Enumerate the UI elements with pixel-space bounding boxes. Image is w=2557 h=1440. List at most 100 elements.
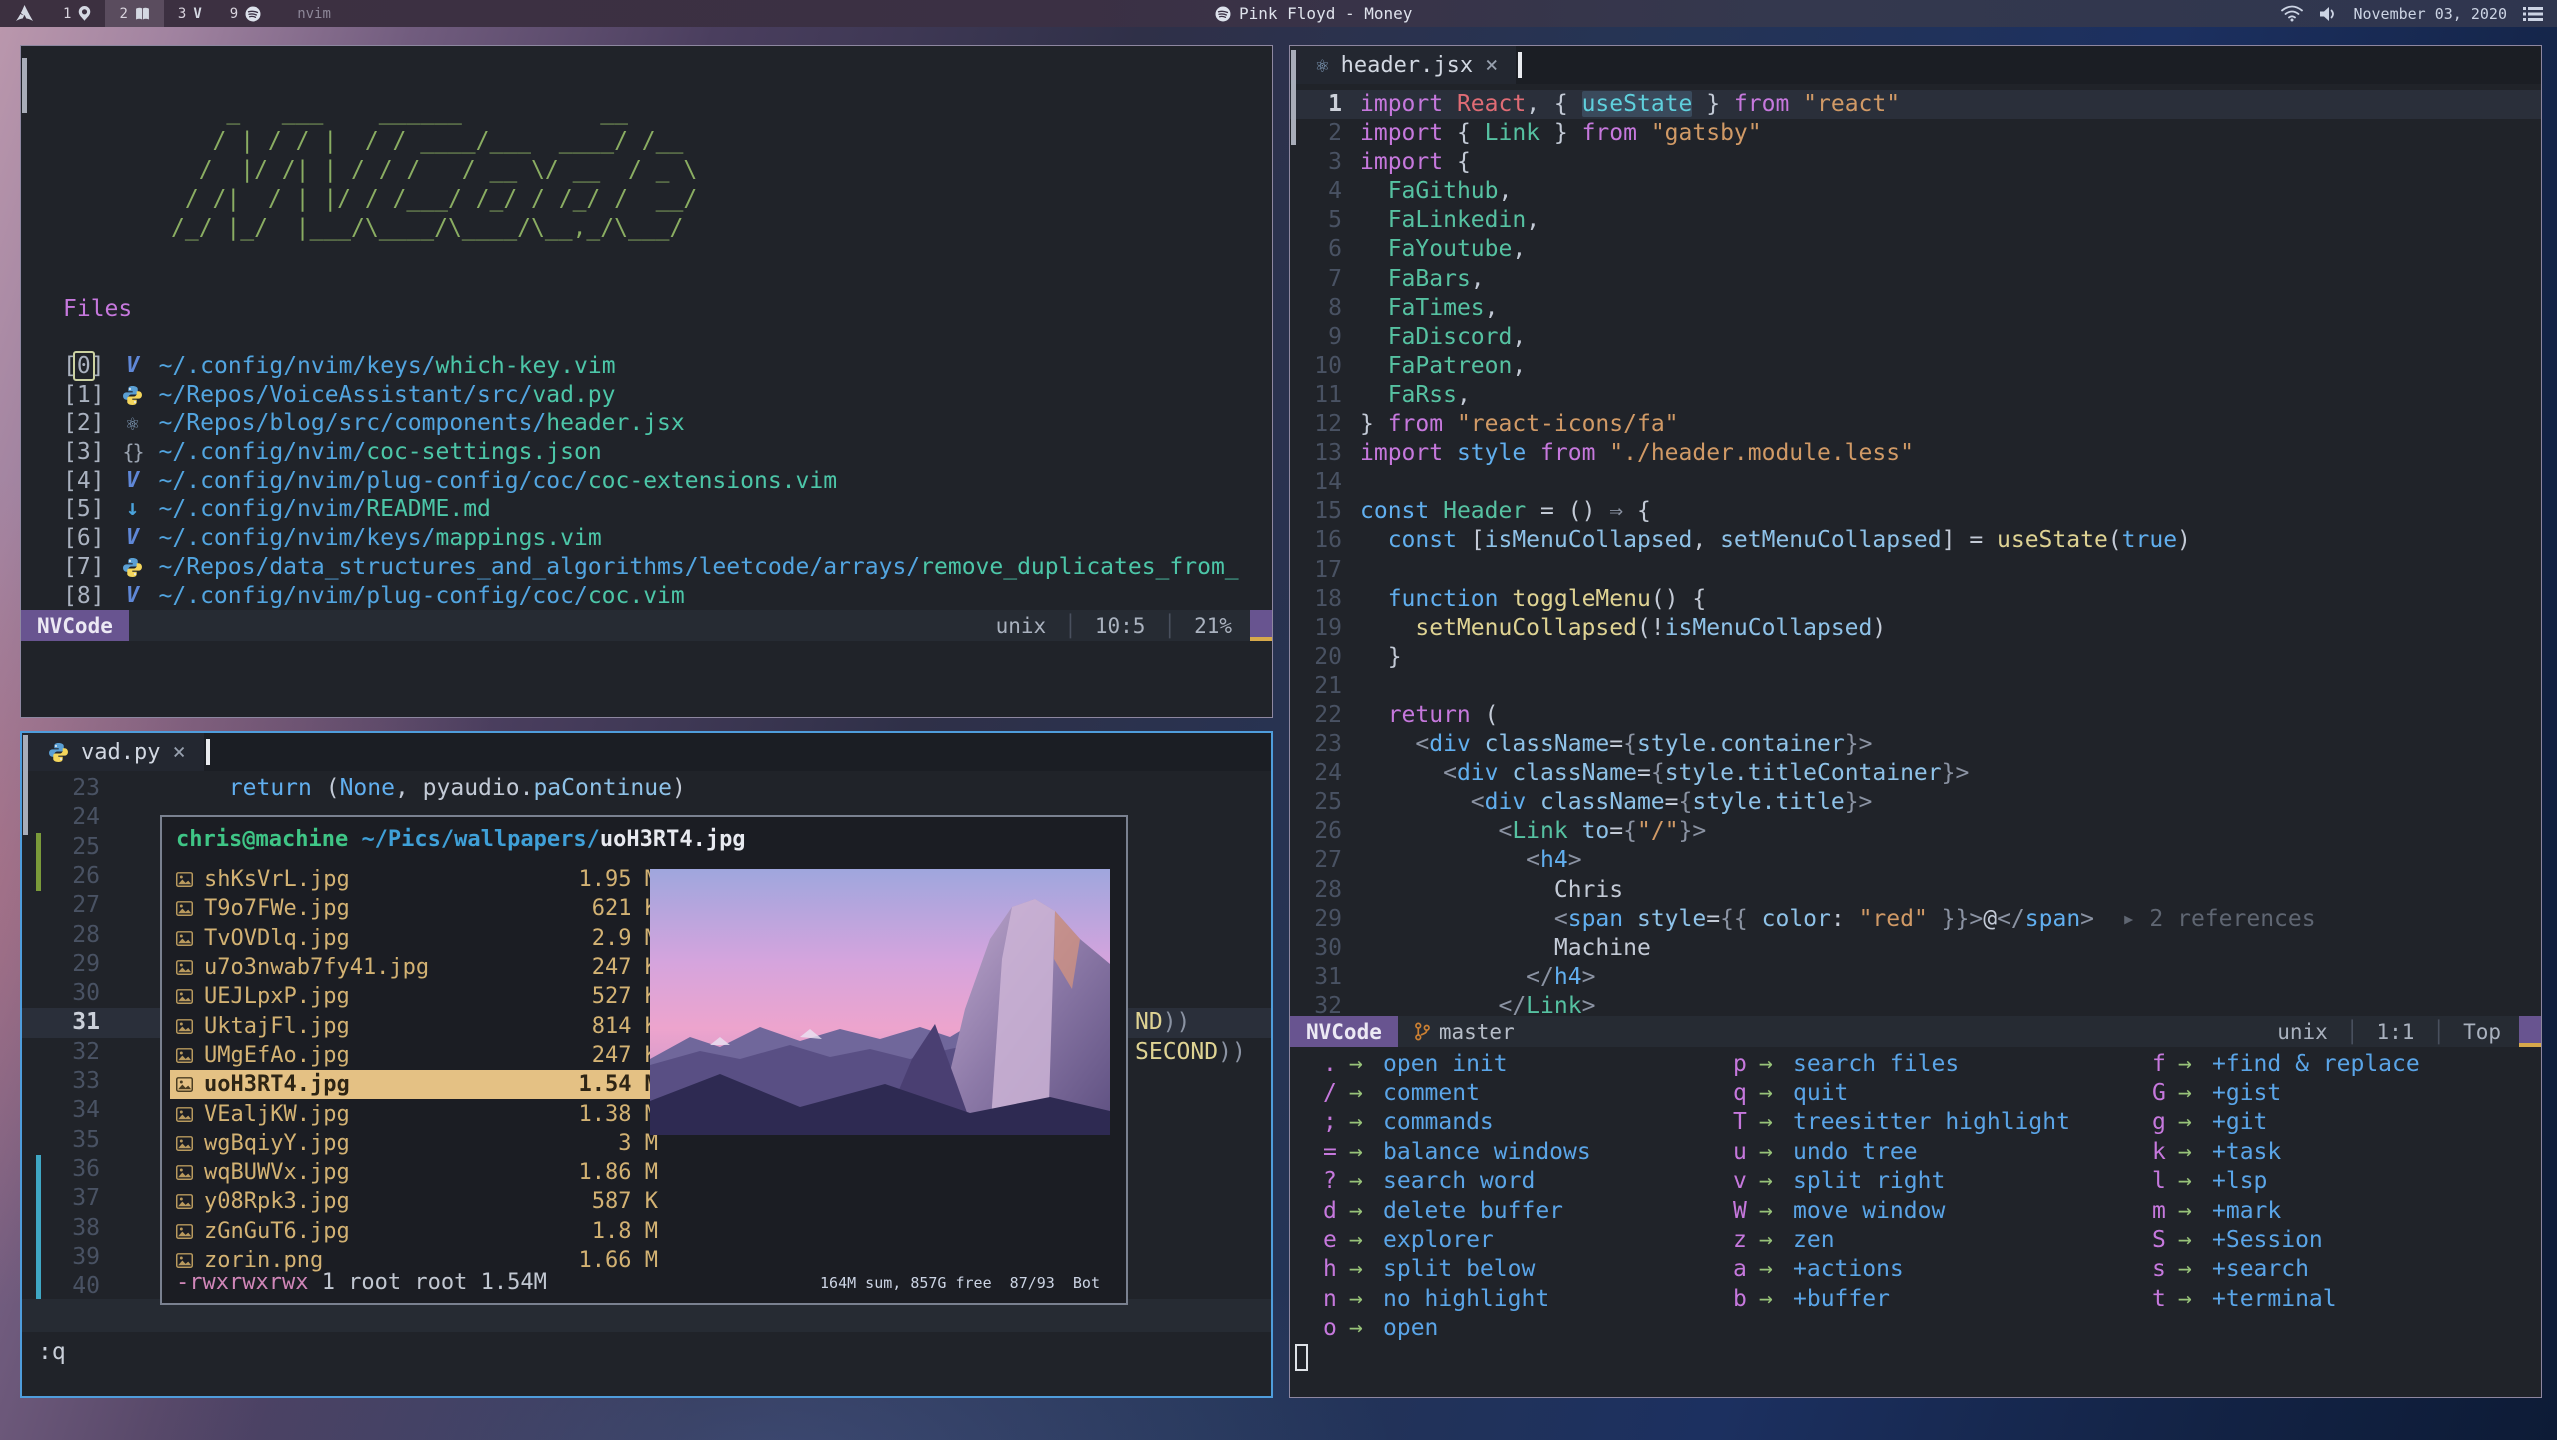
which-key-binding[interactable]: d→delete buffer (1323, 1196, 1591, 1225)
picker-file-row[interactable]: uoH3RT4.jpg1.54 M (170, 1070, 666, 1099)
which-key-binding[interactable]: h→split below (1323, 1255, 1591, 1284)
picker-file-row[interactable]: VEaljKW.jpg1.38 M (170, 1099, 666, 1128)
code-line-20[interactable]: 20 } (1290, 643, 2541, 672)
which-key-binding[interactable]: G→+gist (2152, 1078, 2420, 1107)
recent-file-entry[interactable]: [0]V~/.config/nvim/keys/which-key.vim (63, 352, 1239, 381)
code-line-30[interactable]: 30 Machine (1290, 934, 2541, 963)
recent-file-entry[interactable]: [8]V~/.config/nvim/plug-config/coc/coc.v… (63, 582, 1239, 611)
code-line-14[interactable]: 14 (1290, 468, 2541, 497)
code-line-29[interactable]: 29 <span style={{ color: "red" }}>@</spa… (1290, 905, 2541, 934)
code-line-13[interactable]: 13import style from "./header.module.les… (1290, 439, 2541, 468)
code-line-24[interactable]: 24 <div className={style.titleContainer}… (1290, 759, 2541, 788)
workspace-9[interactable]: 9 (216, 0, 275, 27)
code-line-21[interactable]: 21 (1290, 672, 2541, 701)
picker-file-row[interactable]: UMgEfAo.jpg247 K (170, 1041, 666, 1070)
code-line-25[interactable]: 25 <div className={style.title}> (1290, 788, 2541, 817)
picker-file-row[interactable]: wqBUWVx.jpg1.86 M (170, 1158, 666, 1187)
code-line-1[interactable]: 1import React, { useState } from "react" (1290, 90, 2541, 119)
code-line-8[interactable]: 8 FaTimes, (1290, 294, 2541, 323)
recent-file-entry[interactable]: [4]V~/.config/nvim/plug-config/coc/coc-e… (63, 467, 1239, 496)
which-key-binding[interactable]: o→open (1323, 1314, 1591, 1343)
workspace-3[interactable]: 3V (164, 0, 216, 27)
recent-file-entry[interactable]: [6]V~/.config/nvim/keys/mappings.vim (63, 524, 1239, 553)
menu-icon[interactable] (2523, 6, 2543, 22)
command-line[interactable]: :q (38, 1339, 66, 1365)
code-line-2[interactable]: 2import { Link } from "gatsby" (1290, 119, 2541, 148)
which-key-binding[interactable]: n→no highlight (1323, 1284, 1591, 1313)
code-line-6[interactable]: 6 FaYoutube, (1290, 235, 2541, 264)
code-line-23[interactable]: 23 return (None, pyaudio.paContinue) (22, 774, 1271, 803)
code-line-19[interactable]: 19 setMenuCollapsed(!isMenuCollapsed) (1290, 614, 2541, 643)
code-line-3[interactable]: 3import { (1290, 148, 2541, 177)
picker-file-row[interactable]: UktajFl.jpg814 K (170, 1011, 666, 1040)
recent-file-entry[interactable]: [5]↓~/.config/nvim/README.md (63, 495, 1239, 524)
code-line-26[interactable]: 26 <Link to={"/"}> (1290, 817, 2541, 846)
which-key-binding[interactable]: a→+actions (1733, 1255, 2070, 1284)
picker-file-row[interactable]: shKsVrL.jpg1.95 M (170, 865, 666, 894)
code-line-7[interactable]: 7 FaBars, (1290, 265, 2541, 294)
code-line-27[interactable]: 27 <h4> (1290, 846, 2541, 875)
which-key-binding[interactable]: l→+lsp (2152, 1167, 2420, 1196)
recent-file-entry[interactable]: [2]⚛~/Repos/blog/src/components/header.j… (63, 409, 1239, 438)
tab-vad-py[interactable]: vad.py × (22, 733, 204, 771)
which-key-binding[interactable]: .→open init (1323, 1049, 1591, 1078)
code-line-17[interactable]: 17 (1290, 556, 2541, 585)
tab-header-jsx[interactable]: ⚛ header.jsx × (1290, 46, 1516, 84)
code-line-10[interactable]: 10 FaPatreon, (1290, 352, 2541, 381)
statusline-accent-block (1250, 610, 1272, 641)
which-key-binding[interactable]: S→+Session (2152, 1225, 2420, 1254)
recent-file-entry[interactable]: [1]~/Repos/VoiceAssistant/src/vad.py (63, 381, 1239, 410)
which-key-binding[interactable]: T→treesitter highlight (1733, 1108, 2070, 1137)
now-playing[interactable]: Pink Floyd - Money (1215, 0, 1412, 27)
workspace-2[interactable]: 2 (105, 0, 163, 27)
which-key-binding[interactable]: v→split right (1733, 1167, 2070, 1196)
which-key-binding[interactable]: e→explorer (1323, 1225, 1591, 1254)
scrollbar-thumb[interactable] (23, 735, 28, 835)
arch-linux-icon[interactable] (0, 5, 49, 22)
code-line-28[interactable]: 28 Chris (1290, 876, 2541, 905)
picker-file-row[interactable]: wgBqiyY.jpg3 M (170, 1129, 666, 1158)
wifi-icon[interactable] (2281, 5, 2303, 22)
code-line-15[interactable]: 15const Header = () ⇒ { (1290, 497, 2541, 526)
close-icon[interactable]: × (1485, 53, 1498, 78)
which-key-binding[interactable]: /→comment (1323, 1078, 1591, 1107)
scrollbar-thumb[interactable] (1291, 50, 1296, 145)
code-line-9[interactable]: 9 FaDiscord, (1290, 323, 2541, 352)
code-line-18[interactable]: 18 function toggleMenu() { (1290, 585, 2541, 614)
picker-file-row[interactable]: u7o3nwab7fy41.jpg247 K (170, 953, 666, 982)
code-line-31[interactable]: 31 </h4> (1290, 963, 2541, 992)
which-key-binding[interactable]: s→+search (2152, 1255, 2420, 1284)
picker-file-row[interactable]: y08Rpk3.jpg587 K (170, 1187, 666, 1216)
which-key-binding[interactable]: p→search files (1733, 1049, 2070, 1078)
picker-file-row[interactable]: TvOVDlq.jpg2.9 M (170, 924, 666, 953)
which-key-binding[interactable]: b→+buffer (1733, 1284, 2070, 1313)
which-key-binding[interactable]: u→undo tree (1733, 1137, 2070, 1166)
code-line-11[interactable]: 11 FaRss, (1290, 381, 2541, 410)
code-line-4[interactable]: 4 FaGithub, (1290, 177, 2541, 206)
which-key-binding[interactable]: m→+mark (2152, 1196, 2420, 1225)
close-icon[interactable]: × (172, 740, 185, 765)
which-key-binding[interactable]: f→+find & replace (2152, 1049, 2420, 1078)
which-key-binding[interactable]: W→move window (1733, 1196, 2070, 1225)
which-key-binding[interactable]: q→quit (1733, 1078, 2070, 1107)
code-line-22[interactable]: 22 return ( (1290, 701, 2541, 730)
picker-file-row[interactable]: T9o7FWe.jpg621 K (170, 894, 666, 923)
which-key-binding[interactable]: ?→search word (1323, 1167, 1591, 1196)
which-key-binding[interactable]: =→balance windows (1323, 1137, 1591, 1166)
volume-icon[interactable] (2319, 6, 2337, 22)
code-line-5[interactable]: 5 FaLinkedin, (1290, 206, 2541, 235)
which-key-binding[interactable]: k→+task (2152, 1137, 2420, 1166)
which-key-binding[interactable]: t→+terminal (2152, 1284, 2420, 1313)
picker-file-row[interactable]: UEJLpxP.jpg527 K (170, 982, 666, 1011)
code-line-16[interactable]: 16 const [isMenuCollapsed, setMenuCollap… (1290, 526, 2541, 555)
code-line-12[interactable]: 12} from "react-icons/fa" (1290, 410, 2541, 439)
picker-file-row[interactable]: zGnGuT6.jpg1.8 M (170, 1217, 666, 1246)
code-line-23[interactable]: 23 <div className={style.container}> (1290, 730, 2541, 759)
workspace-1[interactable]: 1 (49, 0, 105, 27)
recent-file-entry[interactable]: [7]~/Repos/data_structures_and_algorithm… (63, 553, 1239, 582)
recent-file-entry[interactable]: [3]{}~/.config/nvim/coc-settings.json (63, 438, 1239, 467)
which-key-binding[interactable]: g→+git (2152, 1108, 2420, 1137)
which-key-binding[interactable]: z→zen (1733, 1225, 2070, 1254)
scrollbar-thumb[interactable] (22, 58, 27, 113)
which-key-binding[interactable]: ;→commands (1323, 1108, 1591, 1137)
